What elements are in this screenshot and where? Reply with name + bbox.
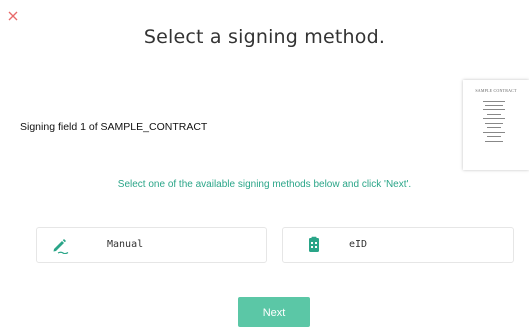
instruction-text: Select one of the available signing meth…	[117, 179, 412, 190]
eid-method-option[interactable]: eID	[282, 227, 514, 263]
thumbnail-title: SAMPLE CONTRACT	[475, 88, 517, 93]
thumbnail-text-line	[483, 109, 505, 110]
close-icon	[8, 11, 18, 21]
thumbnail-text-line	[487, 114, 501, 115]
thumbnail-text-line	[485, 141, 503, 142]
pen-signature-icon	[51, 236, 69, 255]
thumbnail-text-line	[483, 101, 505, 102]
thumbnail-text-line	[487, 127, 501, 128]
thumbnail-text-line	[483, 118, 505, 119]
id-card-icon	[305, 236, 323, 254]
thumbnail-text-line	[487, 136, 501, 137]
document-thumbnail[interactable]: SAMPLE CONTRACT	[463, 80, 529, 170]
manual-method-option[interactable]: Manual	[36, 227, 267, 263]
next-button[interactable]: Next	[238, 297, 310, 327]
dialog-title: Select a signing method.	[143, 26, 386, 48]
thumbnail-text-line	[485, 105, 503, 106]
thumbnail-text-line	[485, 123, 503, 124]
manual-method-label: Manual	[107, 239, 144, 250]
thumbnail-text-line	[483, 132, 505, 133]
close-button[interactable]	[6, 8, 20, 22]
signing-field-label: Signing field 1 of SAMPLE_CONTRACT	[20, 121, 208, 133]
eid-method-label: eID	[349, 239, 368, 250]
